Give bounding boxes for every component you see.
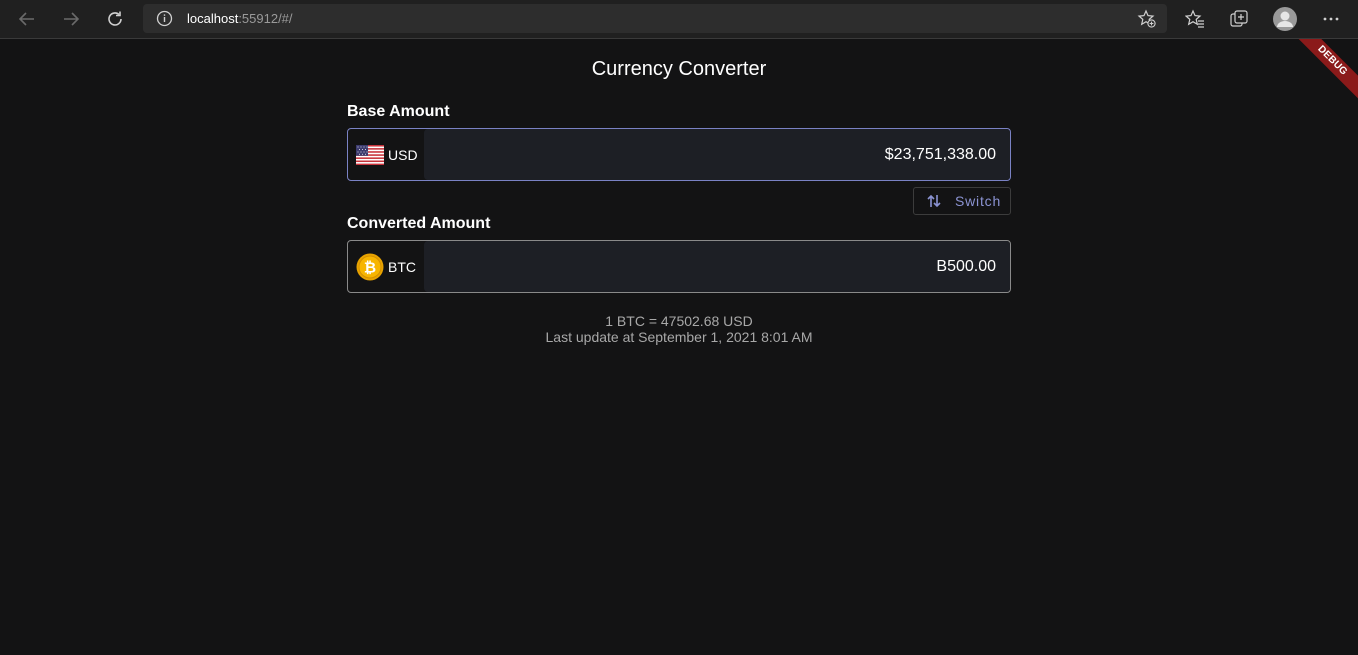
page-title: Currency Converter	[591, 58, 767, 80]
base-currency-code: USD	[388, 146, 418, 163]
converted-amount-input-area[interactable]	[424, 241, 1010, 292]
more-menu-button[interactable]	[1317, 5, 1345, 33]
base-amount-label: Base Amount	[347, 103, 450, 120]
app-surface: DEBUG Currency Converter Base Amount USD…	[0, 39, 1358, 655]
collections-icon	[1230, 10, 1248, 27]
arrow-left-icon	[18, 12, 34, 26]
base-amount-value[interactable]: $23,751,338.00	[885, 129, 996, 180]
url-host: localhost	[187, 11, 239, 26]
refresh-button[interactable]	[101, 5, 129, 33]
refresh-icon	[108, 11, 122, 26]
address-bar[interactable]: localhost:55912/#/	[143, 4, 1167, 33]
back-button[interactable]	[13, 5, 41, 33]
svg-text:₿: ₿	[364, 258, 376, 276]
more-dots-icon	[1323, 17, 1339, 21]
profile-button[interactable]	[1271, 5, 1299, 33]
converted-amount-label: Converted Amount	[347, 215, 491, 232]
collections-button[interactable]	[1225, 5, 1253, 33]
profile-avatar-icon	[1273, 7, 1297, 31]
last-update-text: Last update at September 1, 2021 8:01 AM	[545, 329, 813, 345]
bitcoin-icon: ₿	[356, 253, 384, 280]
converted-amount-value[interactable]: B500.00	[936, 241, 996, 292]
url-path: :55912/#/	[238, 11, 293, 26]
favorites-icon	[1185, 9, 1204, 28]
browser-toolbar: localhost:55912/#/	[0, 0, 1358, 39]
forward-button[interactable]	[57, 5, 85, 33]
swap-vertical-icon	[926, 193, 942, 209]
info-icon[interactable]	[156, 10, 173, 27]
us-flag-icon	[356, 144, 384, 165]
converted-currency-selector[interactable]: ₿ BTC	[356, 241, 416, 292]
converted-amount-field[interactable]: ₿ BTC B500.00	[347, 240, 1011, 293]
address-url: localhost:55912/#/	[187, 10, 293, 27]
rate-info: 1 BTC = 47502.68 USD Last update at Sept…	[0, 313, 1358, 345]
base-amount-field[interactable]: USD $23,751,338.00	[347, 128, 1011, 181]
arrow-right-icon	[64, 12, 80, 26]
favorites-button[interactable]	[1181, 5, 1209, 33]
star-add-icon[interactable]	[1137, 9, 1157, 29]
switch-button[interactable]: Switch	[913, 187, 1011, 215]
base-currency-selector[interactable]: USD	[356, 129, 418, 180]
converted-currency-code: BTC	[388, 258, 416, 275]
switch-label: Switch	[955, 193, 1002, 209]
exchange-rate-text: 1 BTC = 47502.68 USD	[605, 313, 753, 329]
